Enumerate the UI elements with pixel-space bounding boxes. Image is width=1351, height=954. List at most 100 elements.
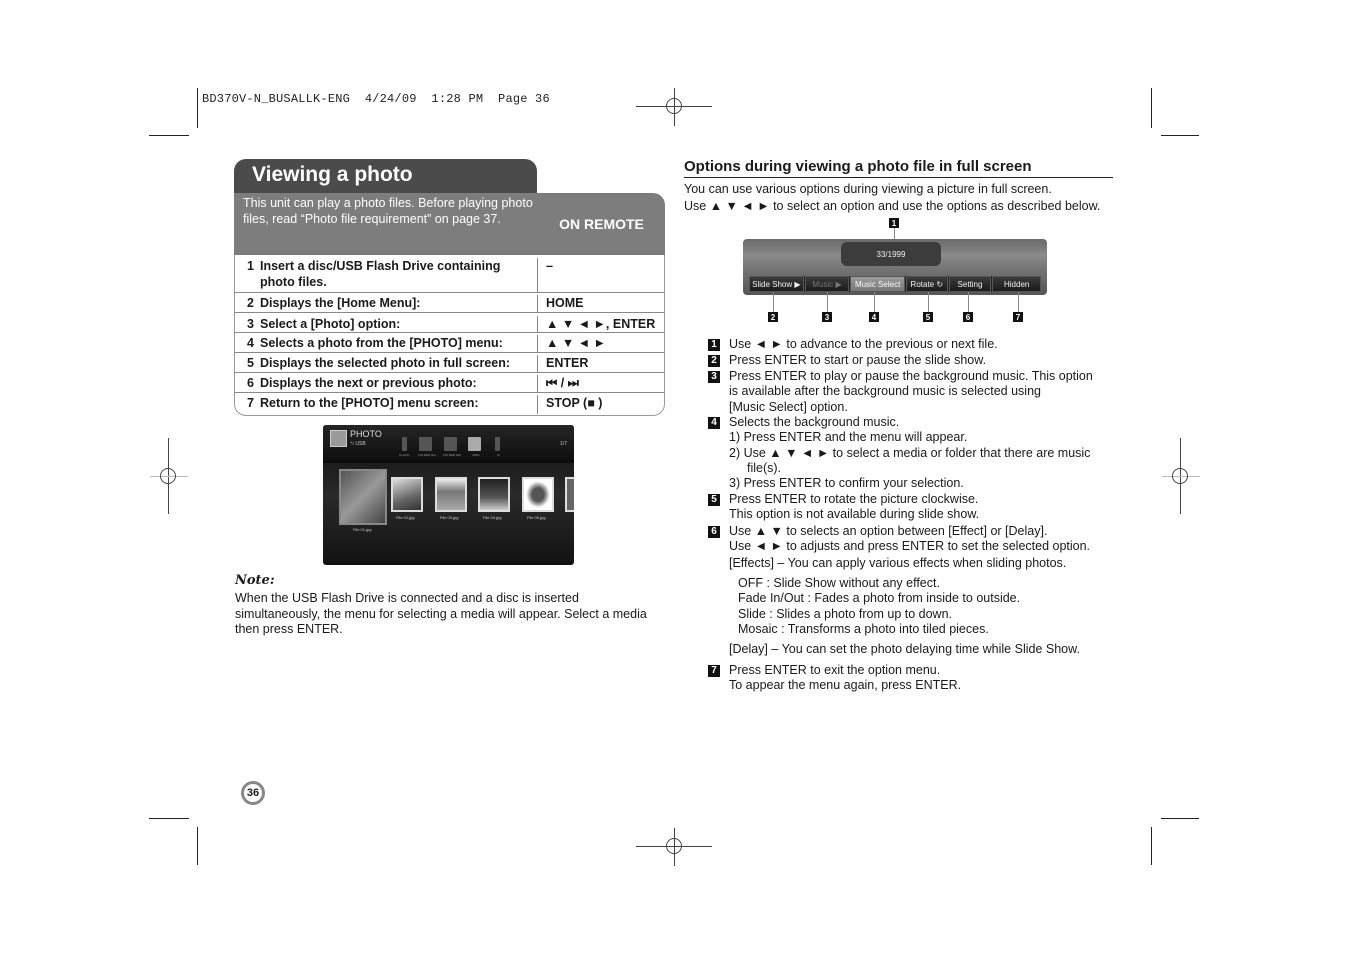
callout-leader (928, 292, 929, 312)
folder-icon (402, 437, 407, 451)
intro-box: This unit can play a photo files. Before… (234, 193, 538, 255)
photo-thumbnail[interactable] (565, 477, 574, 512)
item-badge: 3 (708, 371, 720, 383)
item-text: is available after the background music … (729, 384, 1041, 398)
crop-mark (197, 88, 198, 128)
item-text: Press ENTER to play or pause the backgro… (729, 369, 1093, 383)
intro-line: You can use various options during viewi… (684, 182, 1052, 196)
folder-open-icon (468, 437, 481, 451)
note-text: When the USB Flash Drive is connected an… (235, 591, 647, 636)
remote-key: ▲ ▼ ◄ ►, ENTER (546, 317, 656, 331)
item-text: Use ◄ ► to advance to the previous or ne… (729, 337, 998, 351)
step-number: 1 (247, 259, 254, 273)
file-counter: 33/1999 (841, 242, 941, 266)
folder-label: FOLDER 001 (418, 453, 437, 457)
remote-key: – (546, 259, 553, 273)
step-number: 6 (247, 376, 254, 390)
table-row: 5 Displays the selected photo in full scr… (235, 353, 664, 373)
photo-filename: File 03.jpg (440, 515, 459, 520)
file-count: 1/7 (560, 441, 567, 447)
music-button[interactable]: Music ▶ (804, 276, 850, 292)
note-heading: Note: (235, 573, 275, 588)
folder-label: CLOUD (399, 453, 410, 457)
remote-key: ENTER (546, 356, 589, 370)
photo-thumbnail[interactable] (435, 477, 467, 512)
item-text: Fade In/Out : Fades a photo from inside … (738, 591, 1021, 605)
page-title: Viewing a photo (252, 163, 413, 186)
item-text: 2) Use ▲ ▼ ◄ ► to select a media or fold… (729, 446, 1091, 460)
on-remote-header: ON REMOTE (538, 193, 665, 255)
item-text: Slide : Slides a photo from up to down. (738, 607, 953, 621)
photo-filename: File 04.jpg (483, 515, 502, 520)
folder-icon (419, 437, 432, 451)
photo-thumbnail[interactable] (391, 477, 423, 512)
callout-4: 4 (869, 312, 879, 322)
remote-key: ▲ ▼ ◄ ► (546, 336, 606, 350)
step-number: 4 (247, 336, 254, 350)
item-text: Use ▲ ▼ to selects an option between [Ef… (729, 524, 1048, 538)
item-text: Press ENTER to rotate the picture clockw… (729, 492, 979, 506)
crop-mark (1151, 827, 1152, 865)
registration-mark (666, 98, 682, 114)
page-number: 36 (241, 781, 265, 805)
slide-show-button[interactable]: Slide Show ▶ (749, 276, 804, 292)
photo-thumbnail[interactable] (478, 477, 510, 512)
section-intro: You can use various options during viewi… (684, 181, 1124, 215)
item-badge: 6 (708, 526, 720, 538)
photo-menu-header: PHOTO ⮌ USB CLOUD FOLDER 001 FOLDER 002 … (323, 425, 574, 463)
setting-button[interactable]: Setting (948, 276, 992, 292)
item-text: Selects the background music. (729, 415, 900, 429)
photo-filename: File 05.jpg (527, 515, 546, 520)
photo-menu-screenshot: PHOTO ⮌ USB CLOUD FOLDER 001 FOLDER 002 … (323, 425, 574, 565)
callout-leader (827, 292, 828, 312)
crop-mark (1161, 818, 1199, 819)
section-title-tab: Viewing a photo (234, 159, 537, 195)
crop-mark (197, 827, 198, 865)
crop-mark (149, 135, 189, 136)
crop-mark (149, 818, 189, 819)
table-row: 2 Displays the [Home Menu]: HOME (235, 293, 664, 313)
step-number: 5 (247, 356, 254, 370)
item-badge: 2 (708, 355, 720, 367)
callout-leader (874, 292, 875, 312)
item-text: OFF : Slide Show without any effect. (738, 576, 940, 590)
registration-mark (160, 468, 176, 484)
photo-thumbnail-selected[interactable] (339, 469, 387, 525)
callout-6: 6 (963, 312, 973, 322)
step-number: 3 (247, 317, 254, 331)
item-badge: 1 (708, 339, 720, 351)
callout-2: 2 (768, 312, 778, 322)
item-text: [Delay] – You can set the photo delaying… (729, 642, 1080, 656)
folder-label: JPEG (472, 453, 480, 457)
item-text: [Music Select] option. (729, 400, 848, 414)
item-text: [Effects] – You can apply various effect… (729, 556, 1067, 570)
remote-key: STOP (■ ) (546, 396, 603, 410)
crop-mark (1151, 88, 1152, 128)
print-slug: BD370V-N_BUSALLK-ENG 4/24/09 1:28 PM Pag… (202, 92, 550, 106)
item-text: This option is not available during slid… (729, 507, 980, 521)
rotate-button[interactable]: Rotate ↻ (905, 276, 948, 292)
registration-mark (666, 838, 682, 854)
photo-icon (330, 430, 347, 447)
photo-thumbnail[interactable] (522, 477, 554, 512)
music-select-button[interactable]: Music Select (850, 276, 905, 292)
registration-mark (1172, 468, 1188, 484)
option-bar: Slide Show ▶ Music ▶ Music Select Rotate… (749, 276, 1042, 292)
steps-table: 1 Insert a disc/USB Flash Drive containin… (234, 255, 665, 416)
hidden-button[interactable]: Hidden (992, 276, 1042, 292)
item-text: 1) Press ENTER and the menu will appear. (729, 430, 968, 444)
item-text: Mosaic : Transforms a photo into tiled p… (738, 622, 989, 636)
callout-7: 7 (1013, 312, 1023, 322)
step-description: Displays the [Home Menu]: (260, 296, 421, 310)
item-text: 3) Press ENTER to confirm your selection… (729, 476, 964, 490)
step-number: 2 (247, 296, 254, 310)
photo-filename: File 01.jpg (353, 527, 372, 532)
item-text: To appear the menu again, press ENTER. (729, 678, 962, 692)
on-remote-label: ON REMOTE (559, 216, 644, 232)
folder-label: FOLDER 002 (443, 453, 462, 457)
step-description: Select a [Photo] option: (260, 317, 401, 331)
item-badge: 7 (708, 665, 720, 677)
crop-mark (1161, 135, 1199, 136)
step-number: 7 (247, 396, 254, 410)
photo-filename: File 02.jpg (396, 515, 415, 520)
